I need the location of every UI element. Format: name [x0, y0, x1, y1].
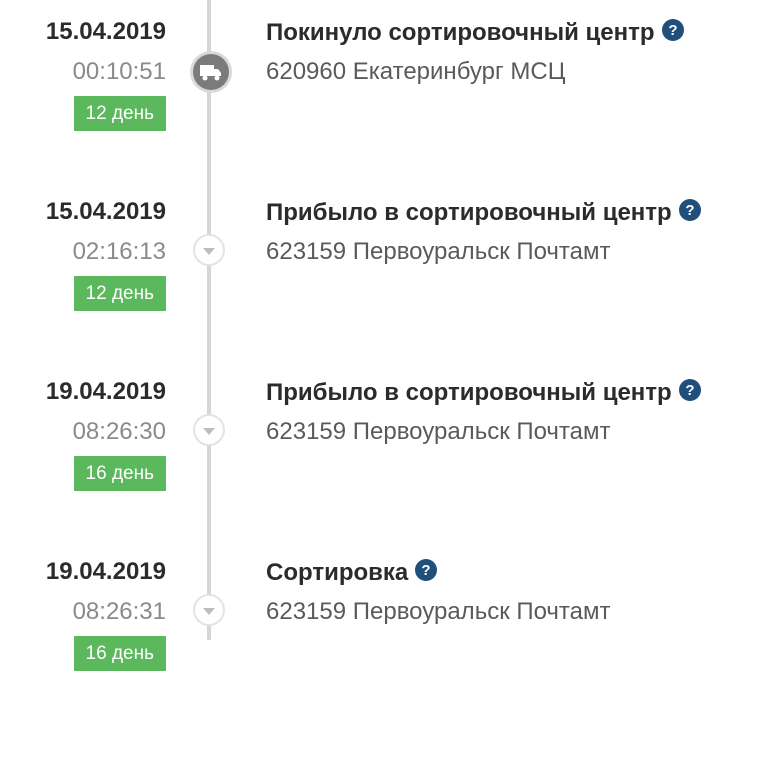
- event-status-text: Покинуло сортировочный центр: [266, 19, 655, 46]
- svg-text:?: ?: [422, 562, 431, 579]
- timeline-event: 19.04.2019 08:26:30 16 день Прибыло в со…: [0, 360, 780, 491]
- event-status-text: Прибыло в сортировочный центр: [266, 199, 672, 226]
- svg-text:?: ?: [685, 382, 694, 399]
- help-icon[interactable]: ?: [678, 198, 702, 222]
- event-time: 02:16:13: [72, 238, 166, 265]
- day-badge: 16 день: [73, 636, 166, 671]
- event-location: 623159 Первоуральск Почтамт: [266, 238, 611, 265]
- event-status: Прибыло в сортировочный центр?: [266, 198, 702, 227]
- svg-text:?: ?: [685, 202, 694, 219]
- event-status-text: Сортировка: [266, 559, 409, 586]
- truck-icon: [193, 54, 229, 90]
- event-location: 620960 Екатеринбург МСЦ: [266, 58, 566, 85]
- event-date: 15.04.2019: [45, 18, 166, 45]
- event-time: 08:26:30: [72, 418, 166, 445]
- event-time: 00:10:51: [72, 58, 166, 85]
- event-status-text: Прибыло в сортировочный центр: [266, 379, 672, 406]
- event-status: Покинуло сортировочный центр?: [266, 18, 685, 47]
- help-icon[interactable]: ?: [414, 558, 438, 582]
- svg-text:?: ?: [668, 22, 677, 39]
- event-status: Прибыло в сортировочный центр?: [266, 378, 702, 407]
- timeline-event: 15.04.2019 00:10:51 12 день Покинуло сор…: [0, 0, 780, 131]
- event-date: 19.04.2019: [45, 558, 166, 585]
- event-location: 623159 Первоуральск Почтамт: [266, 418, 611, 445]
- help-icon[interactable]: ?: [661, 18, 685, 42]
- event-time: 08:26:31: [72, 598, 166, 625]
- event-status: Сортировка?: [266, 558, 438, 587]
- event-date: 15.04.2019: [45, 198, 166, 225]
- chevron-down-icon: [193, 594, 225, 626]
- timeline-event: 19.04.2019 08:26:31 16 день Сортировка? …: [0, 540, 780, 671]
- day-badge: 16 день: [73, 456, 166, 491]
- event-date: 19.04.2019: [45, 378, 166, 405]
- chevron-down-icon: [193, 234, 225, 266]
- help-icon[interactable]: ?: [678, 378, 702, 402]
- timeline-event: 15.04.2019 02:16:13 12 день Прибыло в со…: [0, 180, 780, 311]
- event-location: 623159 Первоуральск Почтамт: [266, 598, 611, 625]
- day-badge: 12 день: [73, 276, 166, 311]
- day-badge: 12 день: [73, 96, 166, 131]
- chevron-down-icon: [193, 414, 225, 446]
